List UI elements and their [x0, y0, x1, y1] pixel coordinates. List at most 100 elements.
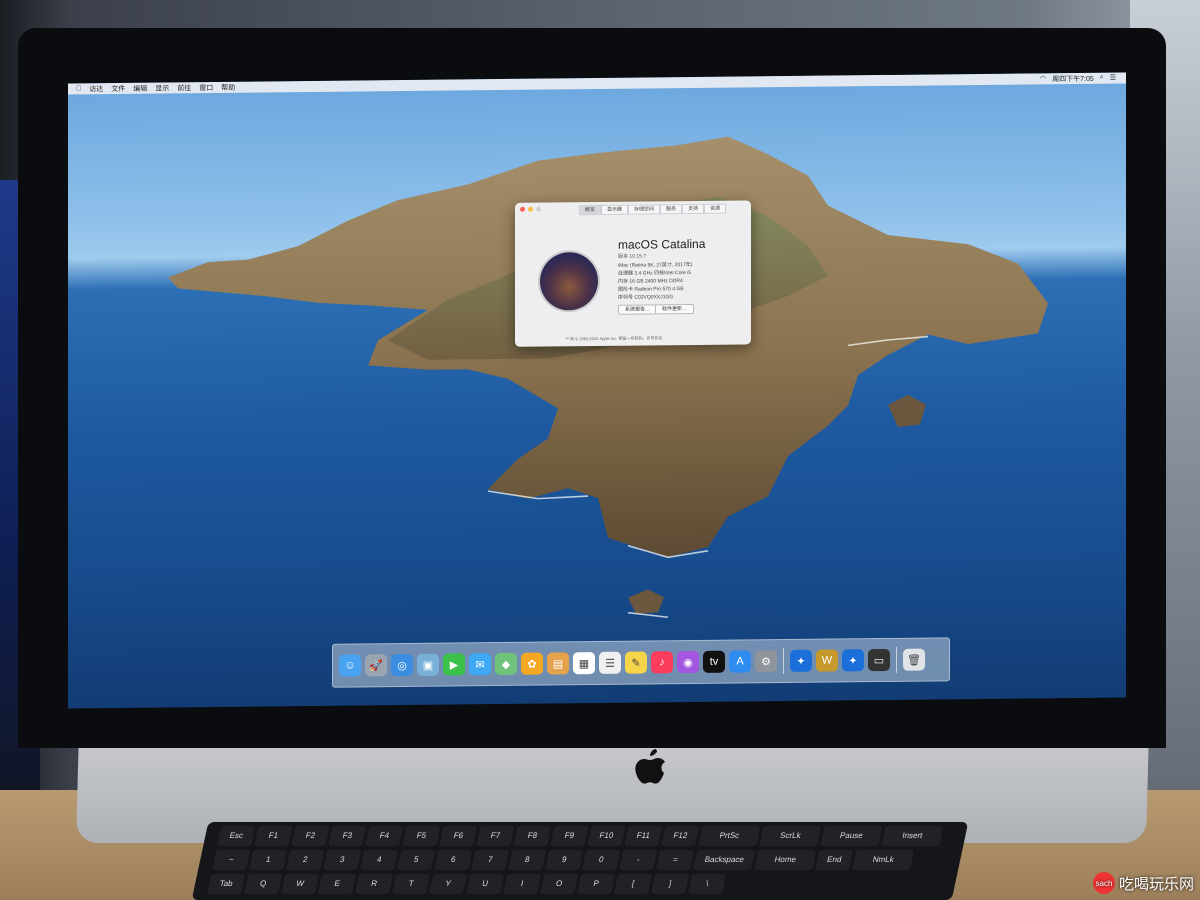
- copyright-text: ™ 和 © 1983-2020 Apple Inc. 保留一切权利。许可协议: [565, 335, 663, 342]
- control-list-icon[interactable]: ☰: [1110, 73, 1116, 83]
- system-preferences-icon[interactable]: ⚙: [755, 650, 777, 673]
- key[interactable]: T: [391, 874, 431, 894]
- menu-item-go[interactable]: 前往: [177, 83, 191, 93]
- zoom-button[interactable]: [536, 206, 541, 212]
- key[interactable]: U: [465, 874, 505, 894]
- software-update-button[interactable]: 软件更新…: [655, 303, 695, 315]
- key[interactable]: PrtSc: [698, 826, 761, 846]
- maps-icon[interactable]: ◆: [495, 652, 517, 676]
- key[interactable]: F6: [439, 826, 478, 846]
- battle-net-2-icon[interactable]: ✦: [842, 649, 864, 672]
- messages-icon[interactable]: ✉: [469, 653, 491, 676]
- key[interactable]: 7: [471, 850, 510, 870]
- battle-net-icon[interactable]: ✦: [790, 649, 812, 672]
- finder-icon[interactable]: ☺: [339, 654, 361, 677]
- key[interactable]: I: [502, 874, 542, 894]
- wifi-icon[interactable]: ◠: [1040, 74, 1046, 84]
- tab-resources[interactable]: 资源: [704, 203, 727, 214]
- key[interactable]: W: [280, 874, 320, 894]
- launchpad-icon[interactable]: 🚀: [365, 654, 387, 677]
- key[interactable]: F12: [661, 826, 700, 846]
- key[interactable]: F4: [365, 826, 404, 846]
- key[interactable]: Home: [754, 850, 817, 870]
- key[interactable]: F7: [476, 826, 515, 846]
- trash-icon[interactable]: 🗑: [903, 648, 925, 671]
- menu-item-file[interactable]: 文件: [111, 83, 125, 93]
- key[interactable]: ~: [212, 850, 251, 870]
- key[interactable]: ScrLk: [759, 826, 822, 846]
- menu-item-finder[interactable]: 访达: [89, 84, 103, 94]
- key[interactable]: [: [613, 874, 653, 894]
- key[interactable]: =: [656, 850, 695, 870]
- key[interactable]: F9: [550, 826, 589, 846]
- menu-item-window[interactable]: 窗口: [199, 83, 213, 93]
- menu-item-help[interactable]: 帮助: [221, 82, 235, 92]
- notes-brown-icon[interactable]: ▤: [547, 652, 569, 675]
- reminders-icon[interactable]: ☰: [599, 651, 621, 674]
- key[interactable]: P: [576, 874, 616, 894]
- facetime-icon[interactable]: ▶: [443, 653, 465, 676]
- apple-menu-icon[interactable]: : [76, 85, 81, 92]
- calendar-icon[interactable]: ▦: [573, 652, 595, 675]
- music-icon[interactable]: ♪: [651, 651, 673, 674]
- key[interactable]: NmLk: [852, 850, 915, 870]
- key[interactable]: 6: [434, 850, 473, 870]
- key[interactable]: Y: [428, 874, 468, 894]
- key[interactable]: F11: [624, 826, 663, 846]
- photos-icon[interactable]: ✿: [521, 652, 543, 675]
- key[interactable]: ]: [650, 874, 690, 894]
- preview-icon[interactable]: ▣: [417, 653, 439, 676]
- key[interactable]: 2: [286, 850, 325, 870]
- menu-item-edit[interactable]: 编辑: [133, 83, 147, 93]
- key[interactable]: F5: [402, 826, 441, 846]
- menu-item-view[interactable]: 显示: [155, 83, 169, 93]
- menu-extras: ◠ 周四下午7:05 ⌕ ☰: [1040, 73, 1116, 84]
- key[interactable]: 8: [508, 850, 547, 870]
- tv-icon[interactable]: tv: [703, 650, 725, 673]
- key[interactable]: Tab: [206, 874, 246, 894]
- system-report-button[interactable]: 系统报告…: [618, 304, 658, 315]
- catalina-logo-icon: [540, 251, 598, 311]
- safari-icon[interactable]: ◎: [391, 653, 413, 677]
- key[interactable]: -: [619, 850, 658, 870]
- key[interactable]: 5: [397, 850, 436, 870]
- tab-displays[interactable]: 显示器: [601, 204, 629, 215]
- key[interactable]: F1: [254, 826, 293, 846]
- key[interactable]: Esc: [217, 826, 256, 846]
- key[interactable]: 1: [249, 850, 288, 870]
- app-store-icon[interactable]: A: [729, 650, 751, 673]
- key[interactable]: F10: [587, 826, 626, 846]
- minimize-button[interactable]: [528, 206, 533, 212]
- key[interactable]: E: [317, 874, 357, 894]
- key[interactable]: Pause: [820, 826, 883, 846]
- key[interactable]: End: [815, 850, 854, 870]
- close-button[interactable]: [520, 206, 525, 212]
- spotlight-icon[interactable]: ⌕: [1100, 73, 1104, 83]
- key[interactable]: 9: [545, 850, 584, 870]
- tab-support[interactable]: 支持: [682, 203, 705, 215]
- warcraft-icon[interactable]: W: [816, 649, 838, 672]
- key[interactable]: Insert: [881, 826, 944, 846]
- tab-service[interactable]: 服务: [660, 204, 683, 215]
- key[interactable]: R: [354, 874, 394, 894]
- podcasts-icon[interactable]: ◉: [677, 650, 699, 674]
- menubar-clock[interactable]: 周四下午7:05: [1052, 73, 1094, 83]
- key[interactable]: 3: [323, 850, 362, 870]
- apple-logo-icon: [635, 749, 665, 784]
- keyboard: Esc F1 F2 F3 F4 F5 F6 F7 F8 F9 F10 F11 F12 PrtSc ScrLk…: [191, 822, 969, 900]
- key[interactable]: F3: [328, 826, 367, 846]
- key[interactable]: Backspace: [693, 850, 756, 870]
- key[interactable]: \: [687, 874, 727, 894]
- key[interactable]: F2: [291, 826, 330, 846]
- photo-scene:  访达 文件 编辑 显示 前往 窗口 帮助 ◠ 周四下午7:05 ⌕ ☰: [0, 0, 1200, 900]
- key[interactable]: O: [539, 874, 579, 894]
- display-icon[interactable]: ▭: [868, 648, 890, 672]
- notes-icon[interactable]: ✎: [625, 651, 647, 674]
- key[interactable]: Q: [243, 874, 283, 894]
- site-watermark: sach 吃喝玩乐网: [1092, 872, 1194, 894]
- key[interactable]: 4: [360, 850, 399, 870]
- tab-overview[interactable]: 概览: [579, 204, 602, 216]
- tab-storage[interactable]: 存储空间: [628, 204, 661, 215]
- key[interactable]: 0: [582, 850, 621, 870]
- key[interactable]: F8: [513, 826, 552, 846]
